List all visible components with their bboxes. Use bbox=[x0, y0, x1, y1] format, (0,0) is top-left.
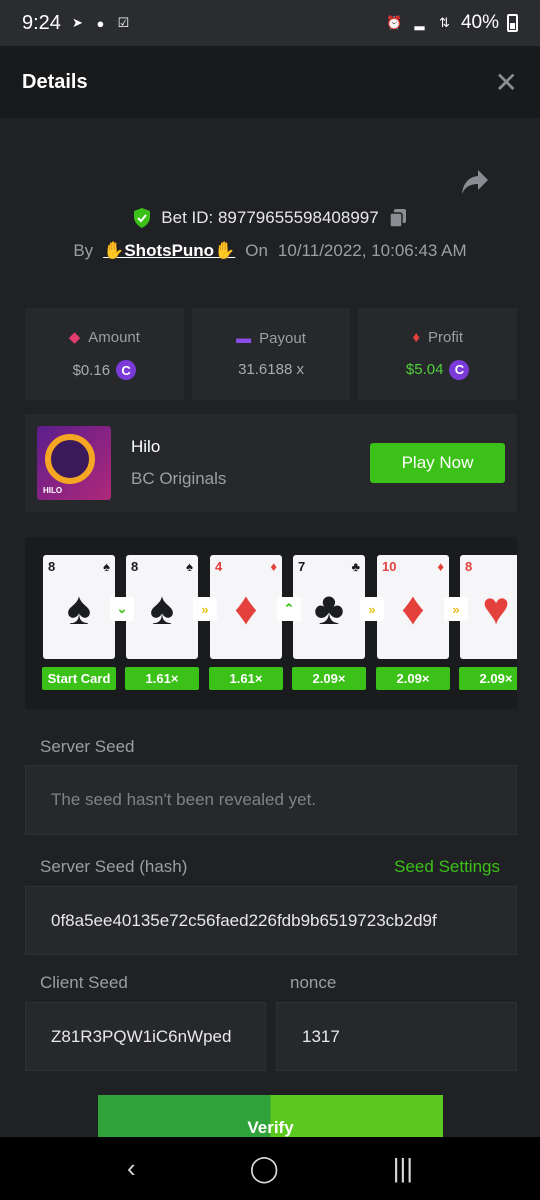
card-suit-small: ♣ bbox=[351, 559, 360, 574]
network-icon: ⇅ bbox=[439, 15, 450, 30]
playing-card: 4 ♦ ♦ bbox=[210, 555, 282, 659]
card-suit-small: ♠ bbox=[186, 559, 193, 574]
client-seed-field[interactable]: Z81R3PQW1iC6nWped bbox=[25, 1002, 266, 1071]
hand-icon: ✋ bbox=[214, 241, 236, 260]
amount-stat: ◆ Amount $0.16 C bbox=[25, 308, 184, 400]
card-suit-large: ♦ bbox=[401, 582, 425, 634]
card-rank: 4 bbox=[215, 559, 223, 574]
card-rank: 10 bbox=[382, 559, 397, 574]
card-rank: 7 bbox=[298, 559, 306, 574]
page-title: Details bbox=[22, 70, 88, 93]
server-seed-field: The seed hasn't been revealed yet. bbox=[25, 765, 517, 835]
hilo-cards-strip: 8♠♠8♠♠4♦♦7♣♣10♦♦8♥♥⌄»⌃»»Start Card1.61×1… bbox=[25, 537, 517, 709]
lower-arrow-icon: ⌄ bbox=[110, 597, 134, 621]
coin-icon: C bbox=[116, 360, 137, 380]
profit-icon: ♦ bbox=[412, 328, 420, 346]
bet-stats: ◆ Amount $0.16 C ▬ Payout 31.6188 x ♦ Profit… bbox=[25, 308, 518, 400]
card-suit-large: ♠ bbox=[149, 582, 175, 634]
bet-id: Bet ID: 89779655598408997 bbox=[161, 208, 379, 227]
battery-icon bbox=[507, 14, 518, 32]
verify-button[interactable]: Verify bbox=[98, 1095, 443, 1140]
playing-card: 8♥♥ bbox=[460, 555, 517, 659]
server-seed-hash-field[interactable]: 0f8a5ee40135e72c56faed226fdb9b6519723cb2… bbox=[25, 886, 517, 955]
profit-value: $5.04 bbox=[405, 361, 444, 378]
game-card: HILO Hilo BC Originals Play Now bbox=[25, 414, 517, 512]
amount-label: Amount bbox=[88, 328, 140, 346]
alarm-icon: ⏰ bbox=[386, 15, 403, 30]
bet-id-row: Bet ID: 89779655598408997 bbox=[0, 208, 540, 228]
server-seed-hash-label: Server Seed (hash) bbox=[40, 857, 188, 876]
recents-icon[interactable]: ||| bbox=[393, 1153, 413, 1184]
game-thumbnail[interactable]: HILO bbox=[37, 426, 111, 500]
nonce-label: nonce bbox=[290, 973, 337, 992]
copy-icon[interactable] bbox=[388, 208, 407, 228]
playing-card: 8 ♠ ♠ bbox=[126, 555, 198, 659]
share-icon[interactable] bbox=[460, 168, 490, 196]
back-icon[interactable]: ‹ bbox=[127, 1153, 136, 1184]
playing-card: 8 ♠ ♠ bbox=[43, 555, 115, 659]
multiplier-badge: 1.61× bbox=[209, 667, 283, 690]
higher-arrow-icon: ⌃ bbox=[277, 597, 301, 621]
status-time: 9:24 bbox=[22, 11, 61, 34]
by-label: By bbox=[73, 241, 94, 260]
payout-label: Payout bbox=[259, 330, 306, 347]
card-rank: 8 bbox=[465, 559, 473, 574]
hand-icon: ✋ bbox=[103, 241, 125, 260]
details-header: Details ✕ bbox=[0, 46, 540, 118]
close-icon[interactable]: ✕ bbox=[495, 66, 518, 99]
multiplier-badge: 2.09× bbox=[292, 667, 366, 690]
multiplier-badge: 2.09× bbox=[376, 667, 450, 690]
card-suit-large: ♠ bbox=[66, 582, 92, 634]
payout-icon: ▬ bbox=[236, 330, 252, 347]
play-now-button[interactable]: Play Now bbox=[370, 443, 505, 483]
battery-percent: 40% bbox=[460, 12, 499, 33]
payout-stat: ▬ Payout 31.6188 x bbox=[191, 308, 351, 400]
skip-arrow-icon: » bbox=[360, 597, 384, 621]
game-category: BC Originals bbox=[131, 469, 227, 488]
hilo-logo-icon bbox=[45, 434, 95, 484]
server-seed-label: Server Seed bbox=[40, 737, 135, 756]
status-bar: 9:24 ➤ ● ☑ ⏰ ▂ ⇅ 40% bbox=[0, 0, 540, 46]
multiplier-badge: 2.09× bbox=[459, 667, 517, 690]
skip-arrow-icon: » bbox=[193, 597, 217, 621]
amount-icon: ◆ bbox=[68, 329, 81, 346]
playing-card: 10 ♦ ♦ bbox=[377, 555, 449, 659]
game-name: Hilo bbox=[131, 437, 161, 456]
multiplier-badge: 1.61× bbox=[125, 667, 199, 690]
thumbnail-label: HILO bbox=[43, 486, 63, 495]
bet-date: 10/11/2022, 10:06:43 AM bbox=[277, 241, 467, 260]
card-rank: 8 bbox=[131, 559, 139, 574]
android-nav-bar: ‹ ◯ ||| bbox=[0, 1137, 540, 1200]
bet-byline: By ✋ShotsPuno✋ On 10/11/2022, 10:06:43 A… bbox=[0, 241, 540, 261]
profit-label: Profit bbox=[428, 328, 464, 346]
app-icon: ● bbox=[96, 15, 105, 31]
coin-icon: C bbox=[449, 359, 470, 380]
card-suit-large: ♦ bbox=[234, 582, 258, 634]
playing-card: 7 ♣ ♣ bbox=[293, 555, 365, 659]
on-label: On bbox=[245, 241, 268, 260]
card-suit-small: ♦ bbox=[270, 559, 277, 574]
card-suit-large: ♥ bbox=[482, 582, 510, 634]
client-seed-label: Client Seed bbox=[40, 973, 128, 992]
card-rank: 8 bbox=[48, 559, 56, 574]
seed-settings-link[interactable]: Seed Settings bbox=[394, 857, 500, 877]
skip-arrow-icon: » bbox=[444, 597, 468, 621]
notification-icons: ➤ ● ☑ bbox=[69, 15, 132, 32]
home-icon[interactable]: ◯ bbox=[250, 1153, 279, 1184]
card-suit-small: ♠ bbox=[103, 559, 110, 574]
payout-value: 31.6188 x bbox=[238, 361, 304, 378]
card-suit-small: ♦ bbox=[437, 559, 444, 574]
checkbox-icon: ☑ bbox=[117, 15, 130, 30]
shield-check-icon bbox=[134, 208, 151, 228]
amount-value: $0.16 bbox=[72, 361, 111, 379]
signal-icon: ▂ bbox=[414, 15, 425, 30]
multiplier-badge: Start Card bbox=[42, 667, 116, 690]
profit-stat: ♦ Profit $5.04 C bbox=[358, 308, 518, 400]
telegram-icon: ➤ bbox=[71, 15, 83, 30]
card-suit-large: ♣ bbox=[313, 582, 345, 634]
username: ShotsPuno bbox=[124, 241, 215, 260]
nonce-field[interactable]: 1317 bbox=[276, 1002, 517, 1071]
username-link[interactable]: ✋ShotsPuno✋ bbox=[103, 241, 235, 261]
